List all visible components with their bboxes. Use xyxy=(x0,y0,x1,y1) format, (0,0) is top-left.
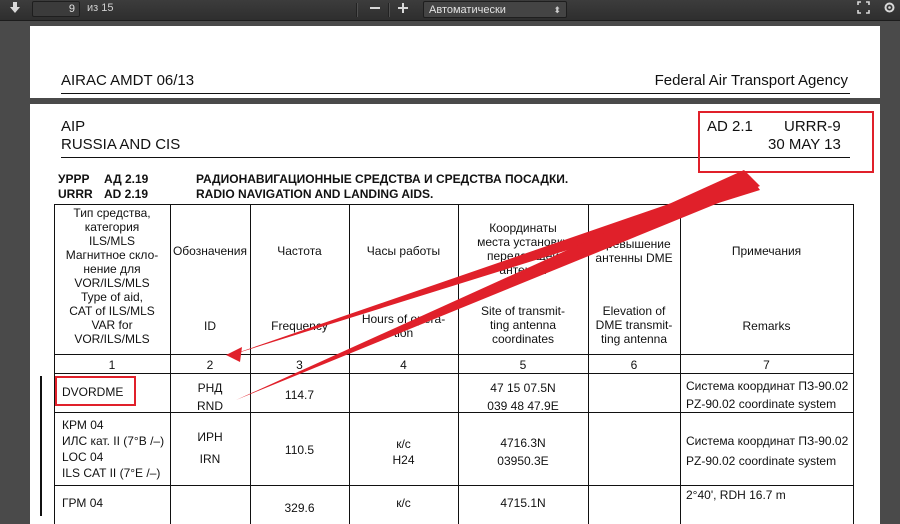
arrow-shape xyxy=(236,170,760,400)
annotation-arrows xyxy=(226,170,760,400)
arrow-shape xyxy=(226,347,242,362)
